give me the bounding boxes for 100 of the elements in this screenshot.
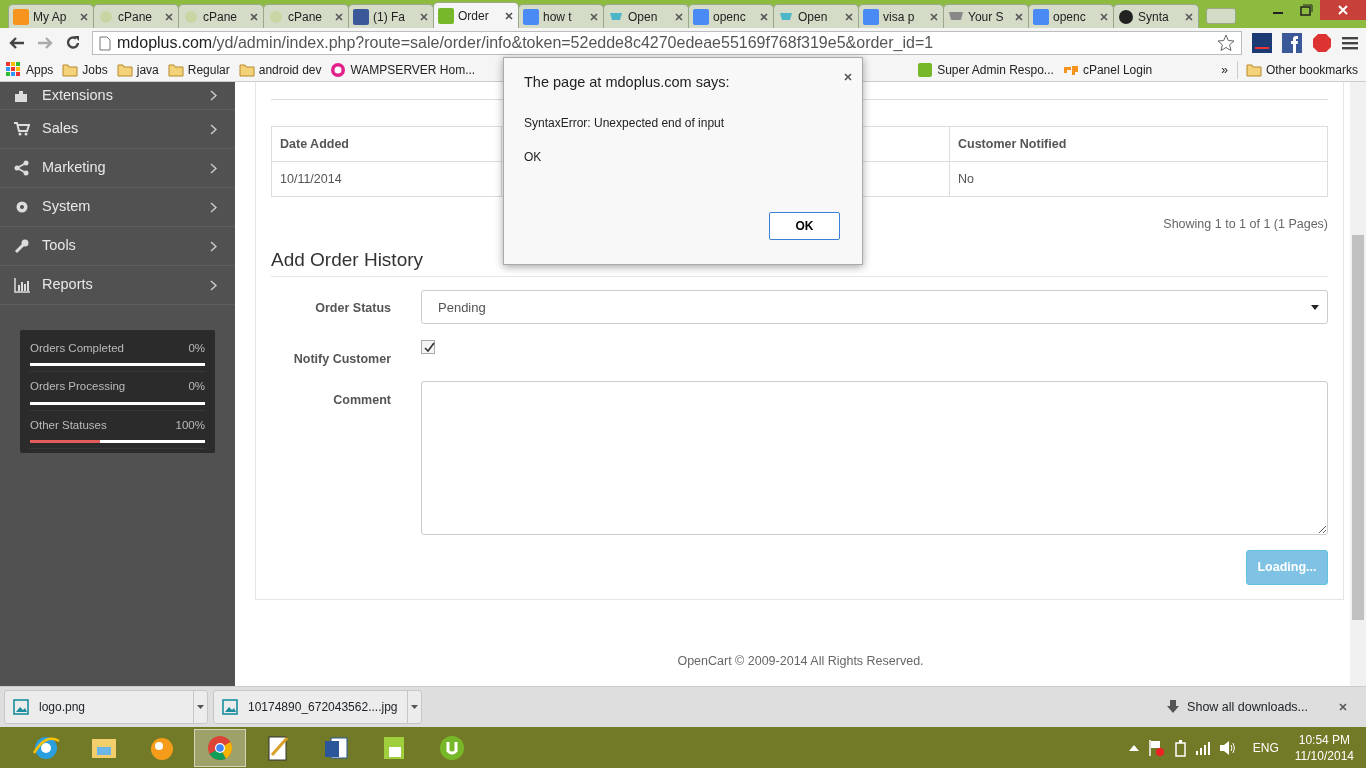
bookmark[interactable]: WAMPSERVER Hom...	[330, 60, 476, 79]
browser-tab[interactable]: Order	[433, 2, 519, 28]
close-icon[interactable]	[79, 11, 89, 22]
show-downloads-link[interactable]: Show all downloads...	[1187, 697, 1308, 717]
sidebar-item[interactable]: Sales	[0, 110, 235, 149]
browser-tab[interactable]: how t	[518, 4, 604, 28]
field-label: Order Status	[315, 301, 391, 316]
stat-label: Orders Completed	[30, 341, 124, 356]
close-icon[interactable]	[1338, 702, 1348, 712]
close-icon[interactable]	[1099, 11, 1109, 22]
reload-icon[interactable]	[64, 34, 82, 52]
footer-text: OpenCart © 2009-2014 All Rights Reserved.	[677, 654, 924, 668]
cart-icon	[14, 121, 30, 137]
facebook-icon[interactable]	[1282, 33, 1302, 53]
sidebar-item[interactable]: Tools	[0, 227, 235, 266]
browser-tab[interactable]: cPane	[178, 4, 264, 28]
language-indicator[interactable]: ENG	[1252, 738, 1279, 757]
close-icon[interactable]	[589, 11, 599, 22]
stat-value: 0%	[188, 341, 205, 356]
comment-field[interactable]	[421, 381, 1328, 535]
close-icon[interactable]	[1320, 0, 1366, 20]
adblock-icon[interactable]	[1312, 33, 1332, 53]
sidebar-item[interactable]: Extensions	[0, 82, 235, 110]
download-item[interactable]: logo.png	[4, 690, 208, 724]
bookmark[interactable]: Super Admin Respo...	[917, 60, 1054, 79]
caret-icon[interactable]	[197, 705, 204, 709]
sidebar-item[interactable]: Reports	[0, 266, 235, 305]
site-icon	[330, 61, 347, 78]
close-icon[interactable]	[249, 11, 259, 22]
close-icon[interactable]	[334, 11, 344, 22]
bookmark[interactable]: cPanel Login	[1062, 60, 1153, 79]
close-icon[interactable]	[674, 11, 684, 22]
site-icon	[917, 61, 934, 78]
close-icon[interactable]	[843, 71, 853, 82]
chevron-icon	[210, 201, 217, 213]
stat-value: 0%	[188, 379, 205, 395]
dialog-title: The page at mdoplus.com says:	[524, 74, 730, 90]
caret-icon[interactable]	[411, 705, 419, 709]
bookmark[interactable]: Jobs	[62, 60, 108, 79]
footer-link[interactable]: OpenCart	[677, 654, 732, 668]
close-icon[interactable]	[1014, 11, 1024, 22]
apps-icon	[6, 61, 22, 78]
bookmark[interactable]: java	[116, 60, 159, 79]
stat-label: Orders Processing	[30, 379, 126, 395]
chevron-icon	[210, 279, 217, 291]
close-icon[interactable]	[759, 11, 769, 22]
ok-button[interactable]: OK	[769, 212, 840, 240]
browser-tab[interactable]: openc	[688, 4, 774, 28]
sidebar-item[interactable]: Marketing	[0, 149, 235, 188]
browser-tab[interactable]: cPane	[263, 4, 349, 28]
sidebar-item[interactable]: System	[0, 188, 235, 227]
image-file-icon	[13, 699, 29, 715]
status-select[interactable]: Pending	[421, 290, 1328, 325]
bookmark[interactable]: Regular	[167, 60, 230, 79]
signal-icon[interactable]	[1194, 740, 1211, 755]
bookmark[interactable]: Apps	[6, 60, 54, 79]
site-icon	[268, 8, 284, 25]
close-icon[interactable]	[1184, 11, 1194, 22]
download-item[interactable]: 10174890_672043562....jpg	[213, 690, 423, 724]
back-icon[interactable]	[8, 35, 26, 51]
bookmark[interactable]: android dev	[238, 60, 322, 79]
bar-chart-icon	[14, 277, 30, 293]
close-icon[interactable]	[164, 11, 174, 22]
star-icon[interactable]	[1217, 34, 1235, 52]
dialog-message: OK	[524, 149, 542, 164]
browser-tab[interactable]: My Ap	[8, 4, 94, 28]
speaker-icon[interactable]	[1218, 739, 1237, 756]
more-bookmarks-button[interactable]: »	[1221, 60, 1228, 79]
extension-icon[interactable]	[1252, 33, 1272, 53]
battery-icon[interactable]	[1172, 738, 1187, 757]
browser-tab[interactable]: visa p	[858, 4, 944, 28]
scrollbar[interactable]	[1350, 82, 1366, 686]
notify-checkbox[interactable]	[421, 340, 435, 355]
stat-value: 100%	[175, 417, 205, 433]
close-icon[interactable]	[419, 11, 429, 22]
download-icon	[1167, 700, 1180, 714]
browser-tab[interactable]: Open	[773, 4, 859, 28]
clock[interactable]: 10:54 PM 11/10/2014	[1294, 731, 1354, 764]
field-label: Notify Customer	[293, 352, 391, 367]
browser-tab[interactable]: Synta	[1113, 4, 1199, 28]
browser-tab[interactable]: Open	[603, 4, 689, 28]
flag-icon[interactable]	[1146, 738, 1165, 757]
site-icon	[1033, 8, 1049, 25]
up-arrow-icon[interactable]	[1128, 744, 1139, 751]
close-icon[interactable]	[504, 10, 514, 21]
browser-tab[interactable]: (1) Fa	[348, 4, 434, 28]
chevron-icon	[210, 240, 217, 252]
close-icon[interactable]	[929, 11, 939, 22]
close-icon[interactable]	[844, 11, 854, 22]
site-icon	[863, 8, 879, 25]
wrench-icon	[14, 238, 30, 254]
browser-tab[interactable]: Your S	[943, 4, 1029, 28]
bookmark[interactable]: Other bookmarks	[1236, 60, 1358, 79]
column-header: Customer Notified	[949, 126, 1328, 162]
address-bar[interactable]: mdoplus.com/yd/admin/index.php?route=sale/order/info&token=52edde8c4270edeae55169f768f319e5&order_id=1	[92, 31, 1242, 55]
browser-tab[interactable]: openc	[1028, 4, 1114, 28]
page-icon	[99, 35, 111, 51]
menu-icon[interactable]	[1342, 36, 1358, 50]
browser-tab[interactable]: cPane	[93, 4, 179, 28]
folder-icon	[238, 61, 255, 78]
